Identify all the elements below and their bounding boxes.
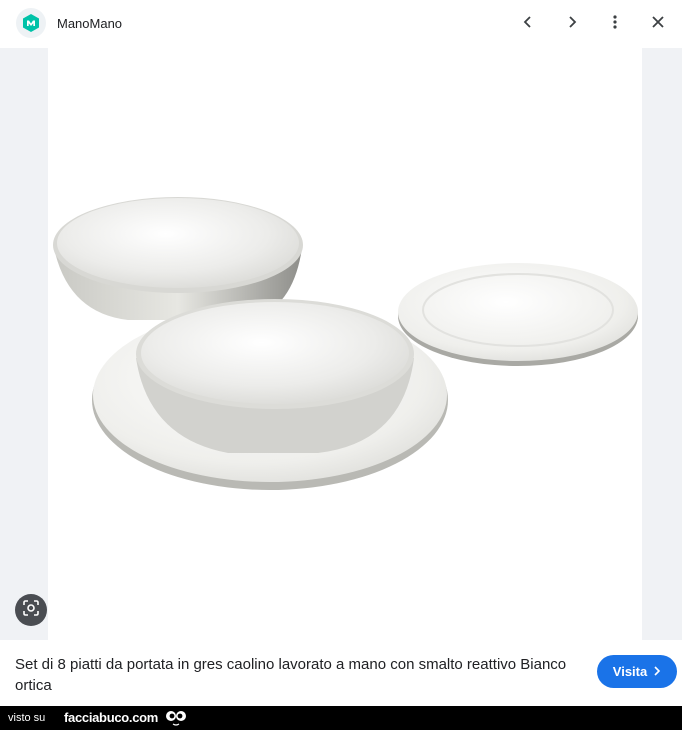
soup-plate-illustration: [136, 299, 414, 453]
chevron-right-icon: [653, 664, 661, 679]
product-footer: Set di 8 piatti da portata in gres caoli…: [0, 640, 682, 706]
more-options-button[interactable]: [601, 10, 629, 38]
site-name[interactable]: ManoMano: [57, 16, 122, 31]
visit-label: Visita: [612, 664, 648, 679]
image-viewer: [0, 48, 682, 640]
eyes-icon: [164, 708, 188, 730]
manomano-logo-icon[interactable]: [16, 8, 46, 38]
more-vert-icon: [607, 14, 623, 35]
close-button[interactable]: [644, 10, 672, 38]
visit-button[interactable]: Visita: [597, 655, 677, 688]
credit-label: visto su: [8, 712, 46, 724]
previous-button[interactable]: [514, 10, 542, 38]
product-title[interactable]: Set di 8 piatti da portata in gres caoli…: [15, 654, 580, 696]
chevron-left-icon: [520, 14, 536, 35]
product-image[interactable]: [48, 48, 642, 640]
dessert-plate-illustration: [398, 263, 638, 366]
next-button[interactable]: [558, 10, 586, 38]
close-icon: [650, 14, 666, 35]
credit-site[interactable]: facciabuco.com: [64, 710, 158, 725]
visual-search-button[interactable]: [15, 594, 47, 626]
lens-icon: [22, 599, 40, 622]
credit-bar: visto su facciabuco.com: [0, 706, 682, 730]
header-bar: ManoMano: [0, 0, 682, 48]
chevron-right-icon: [564, 14, 580, 35]
